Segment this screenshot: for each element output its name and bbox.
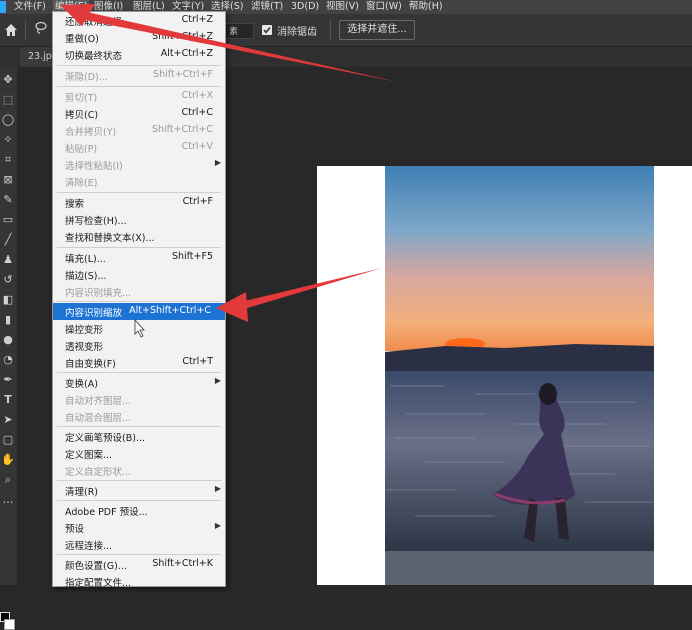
- background-color-swatch[interactable]: [4, 619, 15, 630]
- mouse-cursor-icon: [134, 318, 145, 338]
- red-arrow-icon: [60, 4, 398, 82]
- red-arrow-icon: [216, 268, 382, 322]
- annotation-overlay: [60, 4, 398, 338]
